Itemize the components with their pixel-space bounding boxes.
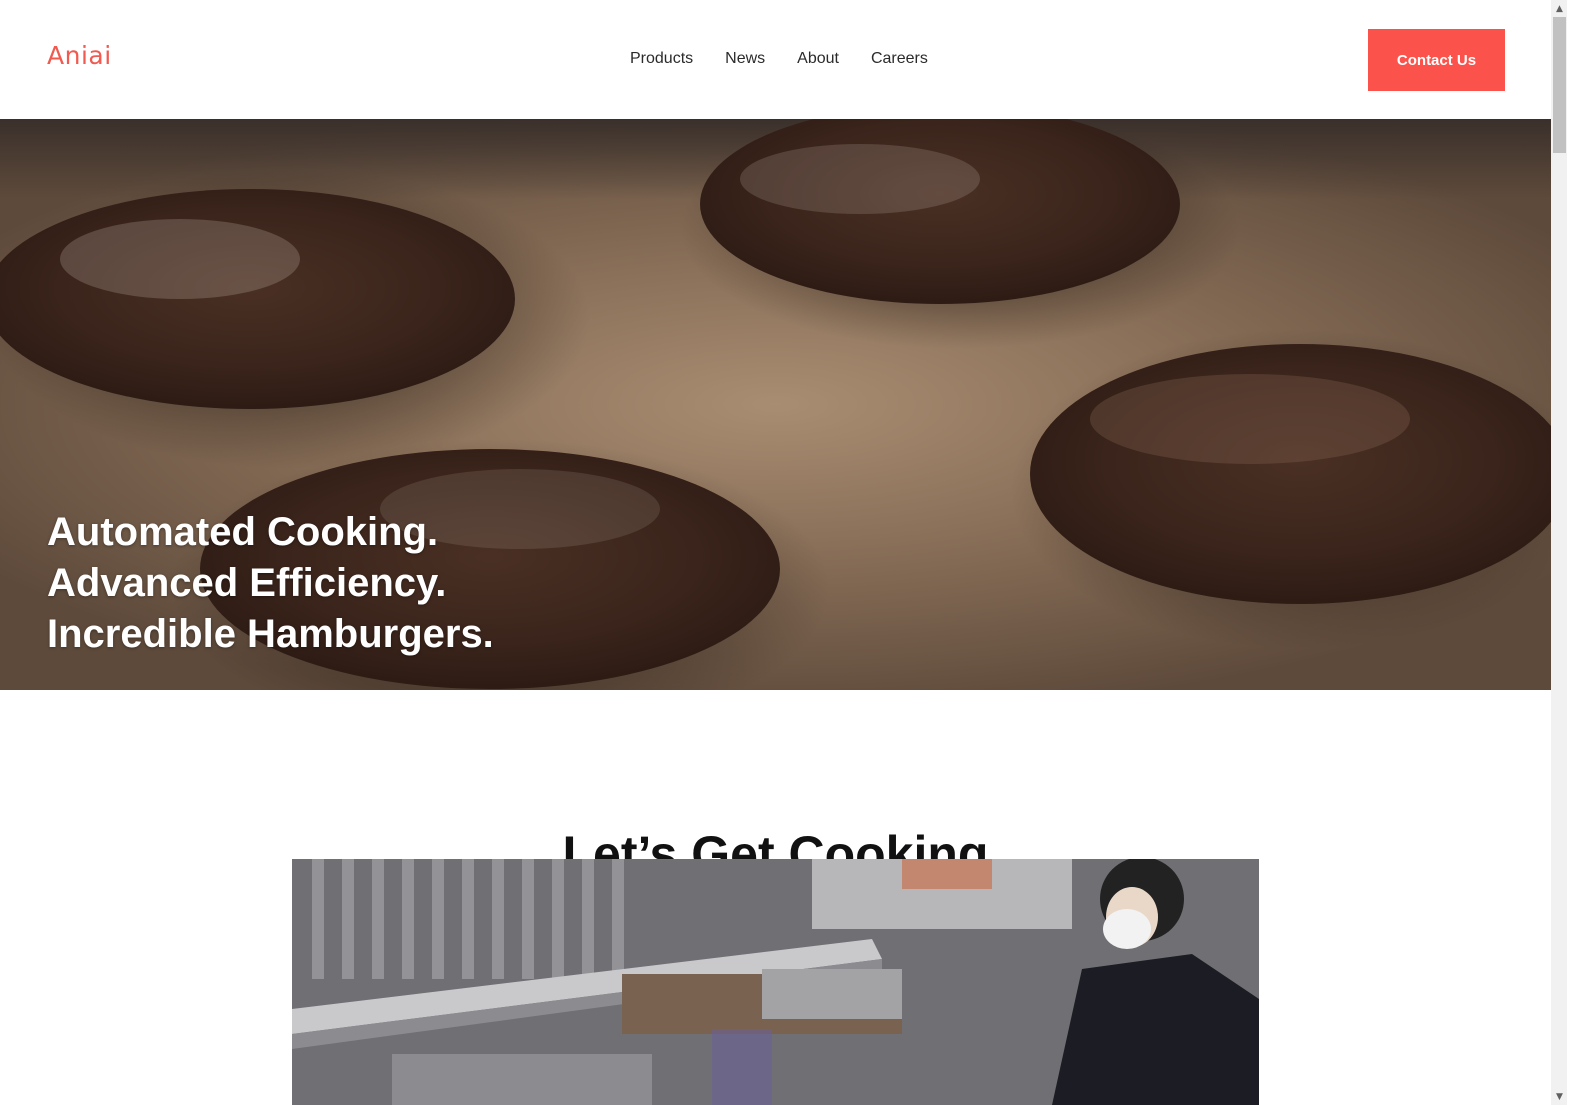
hero-line-3: Incredible Hamburgers. [47, 612, 494, 656]
nav-link-careers[interactable]: Careers [871, 49, 928, 69]
page-scrollbar[interactable]: ▲ ▼ [1551, 0, 1567, 1105]
contact-us-button[interactable]: Contact Us [1368, 29, 1505, 91]
hero-banner: Automated Cooking. Advanced Efficiency. … [0, 119, 1551, 690]
hero-headline: Automated Cooking. Advanced Efficiency. … [47, 507, 494, 660]
scroll-thumb[interactable] [1553, 17, 1566, 153]
scroll-up-arrow-icon[interactable]: ▲ [1551, 0, 1567, 17]
kitchen-robot-illustration [292, 859, 1259, 1105]
nav-link-products[interactable]: Products [630, 49, 693, 69]
site-header: Aniai Products News About Careers Contac… [0, 0, 1567, 120]
kitchen-robot-image [292, 859, 1259, 1105]
logo[interactable]: Aniai [47, 43, 112, 68]
scroll-down-arrow-icon[interactable]: ▼ [1551, 1088, 1567, 1105]
nav-link-about[interactable]: About [797, 49, 839, 69]
nav-link-news[interactable]: News [725, 49, 765, 69]
main-nav: Products News About Careers [630, 49, 928, 69]
hero-line-1: Automated Cooking. [47, 510, 439, 554]
page: Aniai Products News About Careers Contac… [0, 0, 1567, 1105]
hero-line-2: Advanced Efficiency. [47, 561, 447, 605]
